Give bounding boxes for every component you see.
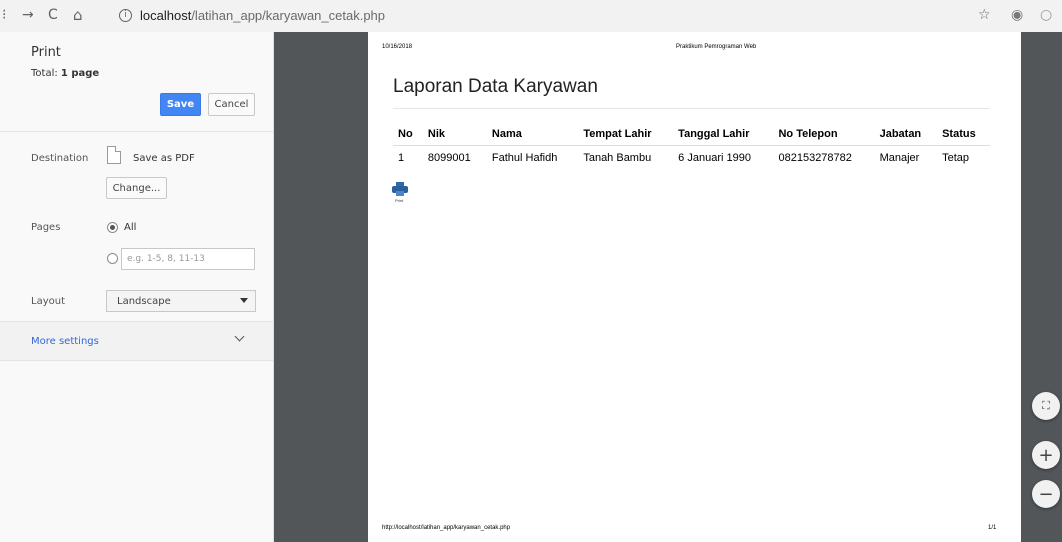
column-header: Nik [422,122,487,146]
destination-label: Destination [31,153,89,164]
table-cell: Fathul Hafidh [491,152,558,164]
title-divider [393,108,990,109]
table-row: 1 8099001 Fathul Hafidh Tanah Bambu 6 Ja… [393,146,990,170]
profile-icon[interactable]: ○ [1040,7,1052,23]
extension-icon[interactable]: ◉ [1011,7,1023,23]
table-cell: Manajer [879,152,920,164]
print-link-label: Print [395,198,404,203]
address-bar[interactable]: i localhost/latihan_app/karyawan_cetak.p… [102,4,962,26]
page-header-title: Praktikum Pemrograman Web [676,44,757,50]
layout-select[interactable]: Landscape [106,290,256,312]
column-header: Tempat Lahir [578,122,674,146]
column-header: Nama [486,122,579,146]
table-cell: 082153278782 [778,152,852,164]
star-icon[interactable]: ☆ [978,7,991,23]
table-cell: Tanah Bambu [583,152,652,164]
layout-label: Layout [31,296,65,307]
table-cell: Tetap [942,152,969,164]
table-cell: 8099001 [427,152,471,164]
print-sidebar: Print Total: 1 page Save Cancel Destinat… [0,32,274,542]
column-header: No Telepon [773,122,875,146]
table-cell: 1 [398,152,405,164]
pages-range-input[interactable]: e.g. 1-5, 8, 11-13 [121,248,255,270]
browser-toolbar: ⁝ → C ⌂ i localhost/latihan_app/karyawan… [0,0,1062,32]
divider [0,131,273,132]
column-header: Status [937,122,990,146]
page-footer-url: http://localhost/latihan_app/karyawan_ce… [382,525,511,531]
fit-icon: ⛶ [1042,399,1050,412]
info-icon[interactable]: i [119,8,132,22]
reload-icon[interactable]: C [48,7,58,23]
chevron-down-icon [234,331,245,342]
report-title: Laporan Data Karyawan [393,76,598,97]
home-icon[interactable]: ⌂ [73,7,83,23]
layout-value: Landscape [117,295,171,307]
pages-label: Pages [31,222,61,233]
cancel-button[interactable]: Cancel [208,93,255,116]
change-destination-button[interactable]: Change... [106,177,167,199]
pages-all-label: All [124,222,137,233]
menu-icon[interactable]: ⁝ [2,7,6,23]
more-settings-toggle[interactable]: More settings [0,321,273,361]
column-header: Jabatan [874,122,938,146]
dropdown-arrow-icon [240,298,248,303]
pages-all-radio[interactable] [107,222,118,233]
page-header-date: 10/16/2018 [382,44,413,50]
column-header: No [393,122,423,146]
zoom-in-button[interactable]: + [1032,441,1060,469]
fit-to-page-button[interactable]: ⛶ [1032,392,1060,420]
minus-icon: − [1038,483,1054,505]
page-footer-number: 1/1 [988,525,997,531]
pdf-file-icon [107,146,121,164]
zoom-out-button[interactable]: − [1032,480,1060,508]
print-title: Print [31,45,61,60]
url-text[interactable]: localhost/latihan_app/karyawan_cetak.php [140,8,385,23]
table-cell: 6 Januari 1990 [678,152,751,164]
more-settings-label: More settings [31,336,99,347]
pages-custom-radio[interactable] [107,253,118,264]
column-header: Tanggal Lahir [673,122,774,146]
preview-page: 10/16/2018 Praktikum Pemrograman Web Lap… [368,32,1021,542]
table-header-row: No Nik Nama Tempat Lahir Tanggal Lahir N… [393,122,990,146]
forward-icon[interactable]: → [22,7,34,23]
destination-value: Save as PDF [133,153,195,164]
employee-table: No Nik Nama Tempat Lahir Tanggal Lahir N… [393,122,990,169]
total-pages: Total: 1 page [31,68,100,79]
save-button[interactable]: Save [160,93,201,116]
plus-icon: + [1038,444,1054,466]
